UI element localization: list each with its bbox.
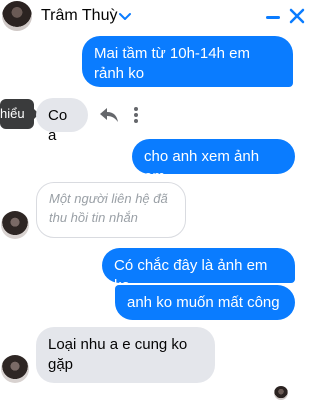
reply-icon[interactable] [98,105,120,125]
seen-indicator-avatar [274,386,288,400]
contact-name[interactable]: Trâm Thuỳ [41,7,117,25]
message-bubble-incoming[interactable]: Loại nhu a e cung ko gặp [36,327,215,383]
more-options-icon[interactable] [130,104,142,126]
message-bubble-outgoing[interactable]: anh ko muốn mất công [115,285,295,320]
contact-avatar-small[interactable] [1,211,29,239]
message-bubble-outgoing[interactable]: Có chắc đây là ảnh em ko [102,248,295,294]
tooltip-text: hiểu [0,106,25,121]
recalled-message: Một người liên hệ đã thu hồi tin nhắn [36,182,186,238]
contact-avatar[interactable] [2,1,32,31]
message-bubble-incoming[interactable]: Co a [36,98,88,144]
contact-avatar-small[interactable] [1,355,29,383]
minimize-icon[interactable] [266,16,280,19]
chat-header: Trâm Thuỳ [0,0,305,34]
message-bubble-outgoing[interactable]: Mai tầm từ 10h-14h em rảnh ko [82,36,293,87]
message-bubble-outgoing[interactable]: cho anh xem ảnh em [132,139,295,185]
reaction-tooltip: hiểu [0,99,34,129]
close-icon[interactable] [289,8,305,24]
chevron-down-icon[interactable] [118,9,132,23]
